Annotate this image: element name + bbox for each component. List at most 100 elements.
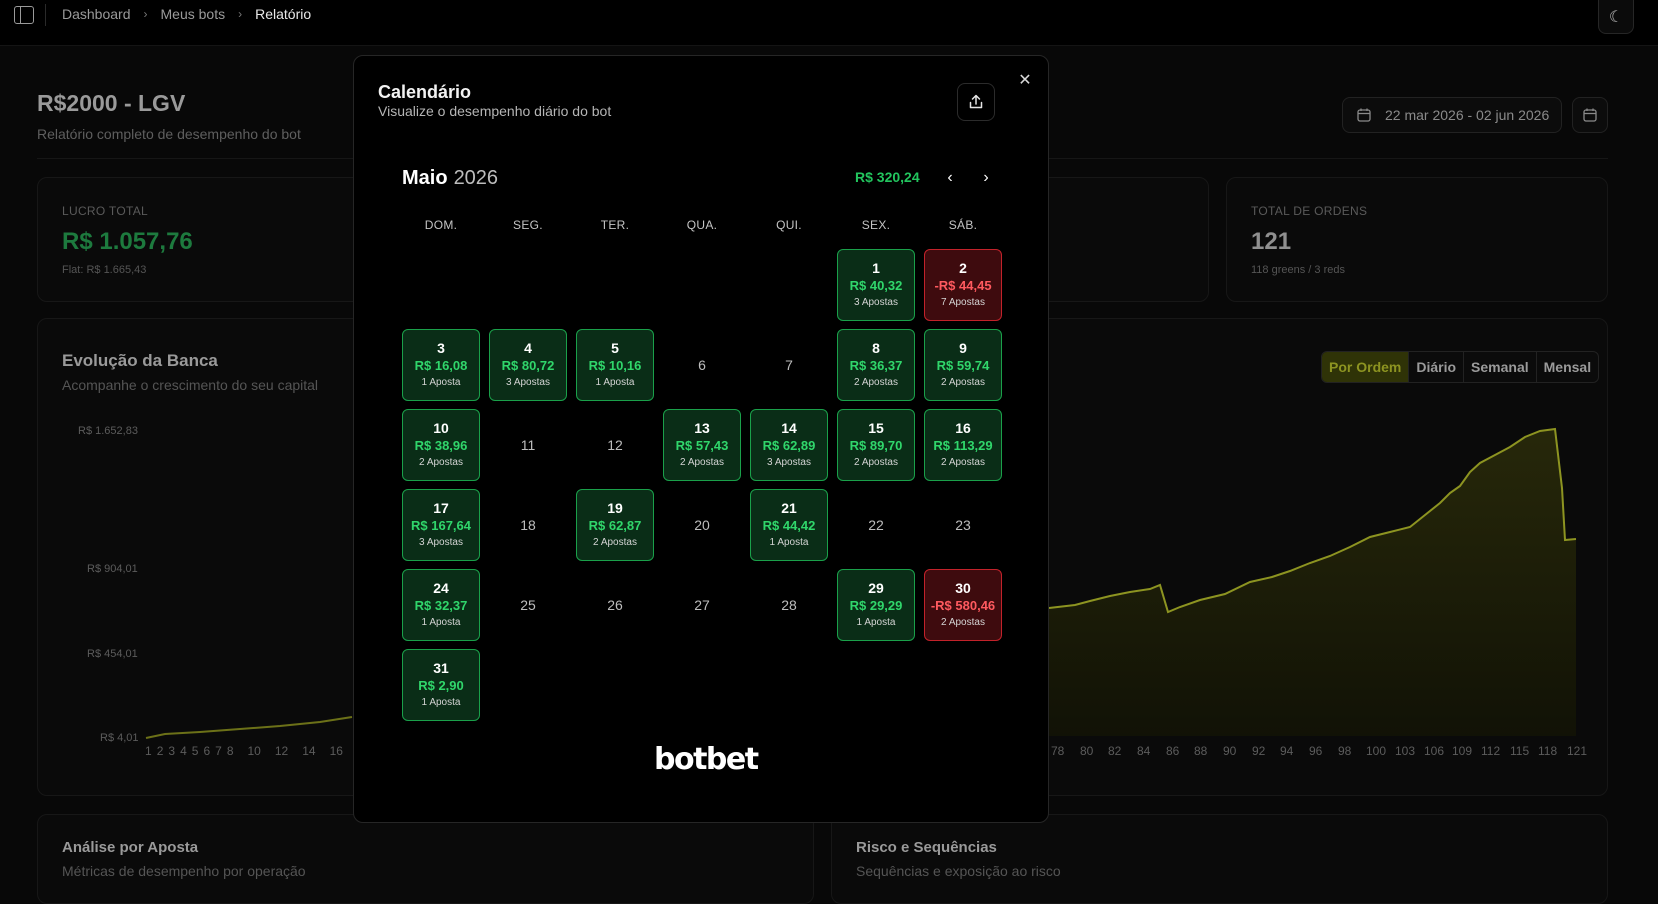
card-title: Análise por Aposta: [62, 839, 199, 856]
x-tick: 96: [1309, 744, 1323, 758]
calendar-day[interactable]: 30 -R$ 580,46 2 Apostas: [924, 569, 1002, 641]
chevron-left-icon: ‹: [947, 169, 953, 186]
x-tick: 86: [1166, 744, 1180, 758]
calendar-day[interactable]: 21 R$ 44,42 1 Aposta: [750, 489, 828, 561]
x-tick: 92: [1252, 744, 1266, 758]
calendar-day[interactable]: 8 R$ 36,37 2 Apostas: [837, 329, 915, 401]
day-number: 8: [872, 339, 880, 356]
month-name: Maio: [402, 167, 448, 189]
month-total: R$ 320,24: [855, 169, 920, 185]
calendar-day[interactable]: 24 R$ 32,37 1 Aposta: [402, 569, 480, 641]
weekday-label: QUA.: [686, 218, 718, 232]
calendar-day: 26: [576, 569, 654, 641]
calendar-day: 6: [663, 329, 741, 401]
day-profit: -R$ 580,46: [930, 597, 996, 613]
x-tick: 100: [1366, 744, 1387, 758]
weekday-label: SEG.: [513, 218, 543, 232]
x-tick: 78: [1051, 744, 1065, 758]
month-label: Maio 2026: [402, 167, 498, 190]
x-tick: 12: [274, 744, 289, 758]
calendar-day: 28: [750, 569, 828, 641]
day-number: 24: [433, 579, 449, 596]
card-subtitle: Sequências e exposição ao risco: [856, 863, 1061, 879]
day-bet-count: 2 Apostas: [680, 456, 724, 468]
x-tick: 84: [1137, 744, 1151, 758]
calendar-day[interactable]: 10 R$ 38,96 2 Apostas: [402, 409, 480, 481]
calendar-day[interactable]: 9 R$ 59,74 2 Apostas: [924, 329, 1002, 401]
calendar-day[interactable]: 14 R$ 62,89 3 Apostas: [750, 409, 828, 481]
day-bet-count: 2 Apostas: [941, 616, 985, 628]
day-number: 21: [781, 499, 797, 516]
day-number: 2: [959, 259, 967, 276]
calendar-day[interactable]: 13 R$ 57,43 2 Apostas: [663, 409, 741, 481]
calendar-grid: 1 R$ 40,32 3 Apostas 2 -R$ 44,45 7 Apostas 3 R$…: [402, 249, 1002, 721]
day-number: 4: [524, 339, 532, 356]
calendar-day[interactable]: 5 R$ 10,16 1 Aposta: [576, 329, 654, 401]
x-tick: 103: [1395, 744, 1416, 758]
x-tick: 7: [215, 744, 222, 758]
calendar-day[interactable]: 17 R$ 167,64 3 Apostas: [402, 489, 480, 561]
x-tick: 82: [1108, 744, 1122, 758]
risco-card: Risco e Sequências Sequências e exposiçã…: [831, 814, 1608, 904]
day-number: 19: [607, 499, 623, 516]
day-profit: R$ 32,37: [414, 597, 468, 613]
next-month-button[interactable]: ›: [974, 166, 998, 190]
calendar-day: 22: [837, 489, 915, 561]
day-profit: R$ 10,16: [588, 357, 642, 373]
calendar-day[interactable]: 2 -R$ 44,45 7 Apostas: [924, 249, 1002, 321]
share-icon: [969, 94, 983, 109]
day-bet-count: 2 Apostas: [941, 376, 985, 388]
calendar-day[interactable]: 16 R$ 113,29 2 Apostas: [924, 409, 1002, 481]
day-number: 9: [959, 339, 967, 356]
day-profit: R$ 80,72: [501, 357, 555, 373]
day-profit: R$ 2,90: [418, 677, 464, 693]
day-number: 22: [868, 516, 884, 533]
day-number: 11: [520, 436, 536, 453]
close-button[interactable]: ✕: [1015, 70, 1035, 90]
day-profit: R$ 16,08: [414, 357, 468, 373]
modal-subtitle: Visualize o desempenho diário do bot: [378, 103, 612, 119]
calendar-day: 18: [489, 489, 567, 561]
x-tick: 90: [1223, 744, 1237, 758]
calendar-day[interactable]: 31 R$ 2,90 1 Aposta: [402, 649, 480, 721]
day-number: 13: [694, 419, 710, 436]
share-button[interactable]: [957, 83, 995, 121]
day-profit: R$ 113,29: [933, 437, 993, 453]
day-number: 18: [520, 516, 536, 533]
modal-title: Calendário: [378, 82, 472, 102]
day-number: 16: [955, 419, 971, 436]
x-tick: 106: [1424, 744, 1445, 758]
calendar-day[interactable]: 4 R$ 80,72 3 Apostas: [489, 329, 567, 401]
day-number: 15: [868, 419, 884, 436]
weekday-label: DOM.: [424, 218, 458, 232]
calendar-day[interactable]: 29 R$ 29,29 1 Aposta: [837, 569, 915, 641]
calendar-day: 25: [489, 569, 567, 641]
chevron-right-icon: ›: [983, 169, 989, 186]
x-tick: 3: [168, 744, 176, 758]
x-tick: 94: [1280, 744, 1294, 758]
weekday-header: DOM. SEG. TER. QUA. QUI. SEX. SÁB.: [402, 218, 1011, 232]
day-bet-count: 1 Aposta: [421, 376, 461, 388]
day-bet-count: 2 Apostas: [419, 456, 463, 468]
calendar-day[interactable]: 19 R$ 62,87 2 Apostas: [576, 489, 654, 561]
day-profit: R$ 89,70: [849, 437, 903, 453]
x-tick: 16: [329, 744, 343, 758]
day-profit: -R$ 44,45: [934, 277, 992, 293]
calendar-day[interactable]: 1 R$ 40,32 3 Apostas: [837, 249, 915, 321]
calendar-day[interactable]: 15 R$ 89,70 2 Apostas: [837, 409, 915, 481]
prev-month-button[interactable]: ‹: [938, 166, 962, 190]
day-number: 17: [433, 499, 449, 516]
x-tick: 2: [156, 744, 164, 758]
calendar-day[interactable]: 3 R$ 16,08 1 Aposta: [402, 329, 480, 401]
day-number: 28: [781, 596, 797, 613]
day-bet-count: 2 Apostas: [593, 536, 637, 548]
day-profit: R$ 44,42: [762, 517, 816, 533]
day-profit: R$ 62,89: [762, 437, 816, 453]
day-bet-count: 7 Apostas: [941, 296, 985, 308]
day-bet-count: 1 Aposta: [595, 376, 635, 388]
weekday-label: SEX.: [861, 218, 891, 232]
day-profit: R$ 167,64: [411, 517, 471, 533]
calendar-blank: [489, 249, 567, 321]
calendar-blank: [663, 249, 741, 321]
day-number: 14: [781, 419, 797, 436]
